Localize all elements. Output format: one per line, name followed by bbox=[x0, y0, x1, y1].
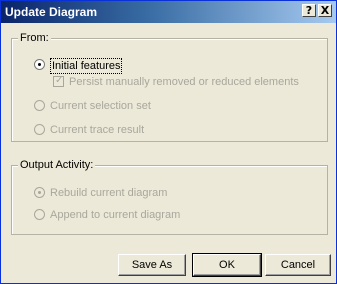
radio-rebuild-current-diagram: Rebuild current diagram bbox=[34, 186, 234, 200]
radio-append-to-current-diagram-label: Append to current diagram bbox=[50, 209, 181, 221]
output-activity-group: Output Activity: Rebuild current diagram… bbox=[11, 159, 328, 235]
title-bar[interactable]: Update Diagram ? X bbox=[1, 1, 336, 23]
radio-button bbox=[34, 100, 45, 111]
persist-checkbox-row: ✓ Persist manually removed or reduced el… bbox=[53, 75, 323, 89]
radio-current-trace-result-label: Current trace result bbox=[50, 124, 145, 136]
persist-checkbox-label: Persist manually removed or reduced elem… bbox=[69, 76, 299, 88]
help-button[interactable]: ? bbox=[302, 4, 316, 17]
radio-current-trace-result: Current trace result bbox=[34, 123, 234, 137]
radio-rebuild-current-diagram-label: Rebuild current diagram bbox=[50, 187, 168, 199]
radio-initial-features-label: Initial features bbox=[50, 58, 123, 74]
radio-button bbox=[34, 209, 45, 220]
window-title: Update Diagram bbox=[5, 5, 98, 19]
output-activity-group-label: Output Activity: bbox=[18, 159, 96, 171]
radio-append-to-current-diagram: Append to current diagram bbox=[34, 208, 234, 222]
cancel-button[interactable]: Cancel bbox=[265, 254, 331, 276]
persist-checkbox: ✓ bbox=[53, 75, 64, 87]
close-button[interactable]: X bbox=[318, 4, 332, 17]
radio-button[interactable] bbox=[34, 59, 45, 70]
radio-initial-features[interactable]: Initial features bbox=[34, 58, 234, 74]
radio-current-selection-set-label: Current selection set bbox=[50, 100, 151, 112]
from-group-label: From: bbox=[18, 32, 51, 44]
update-diagram-dialog: Update Diagram ? X From: Initial feature… bbox=[0, 0, 337, 284]
radio-button bbox=[34, 124, 45, 135]
save-as-button[interactable]: Save As bbox=[118, 254, 186, 276]
radio-button bbox=[34, 187, 45, 198]
ok-button[interactable]: OK bbox=[192, 253, 262, 277]
from-group: From: Initial features ✓ Persist manuall… bbox=[11, 32, 328, 142]
radio-current-selection-set: Current selection set bbox=[34, 99, 234, 113]
